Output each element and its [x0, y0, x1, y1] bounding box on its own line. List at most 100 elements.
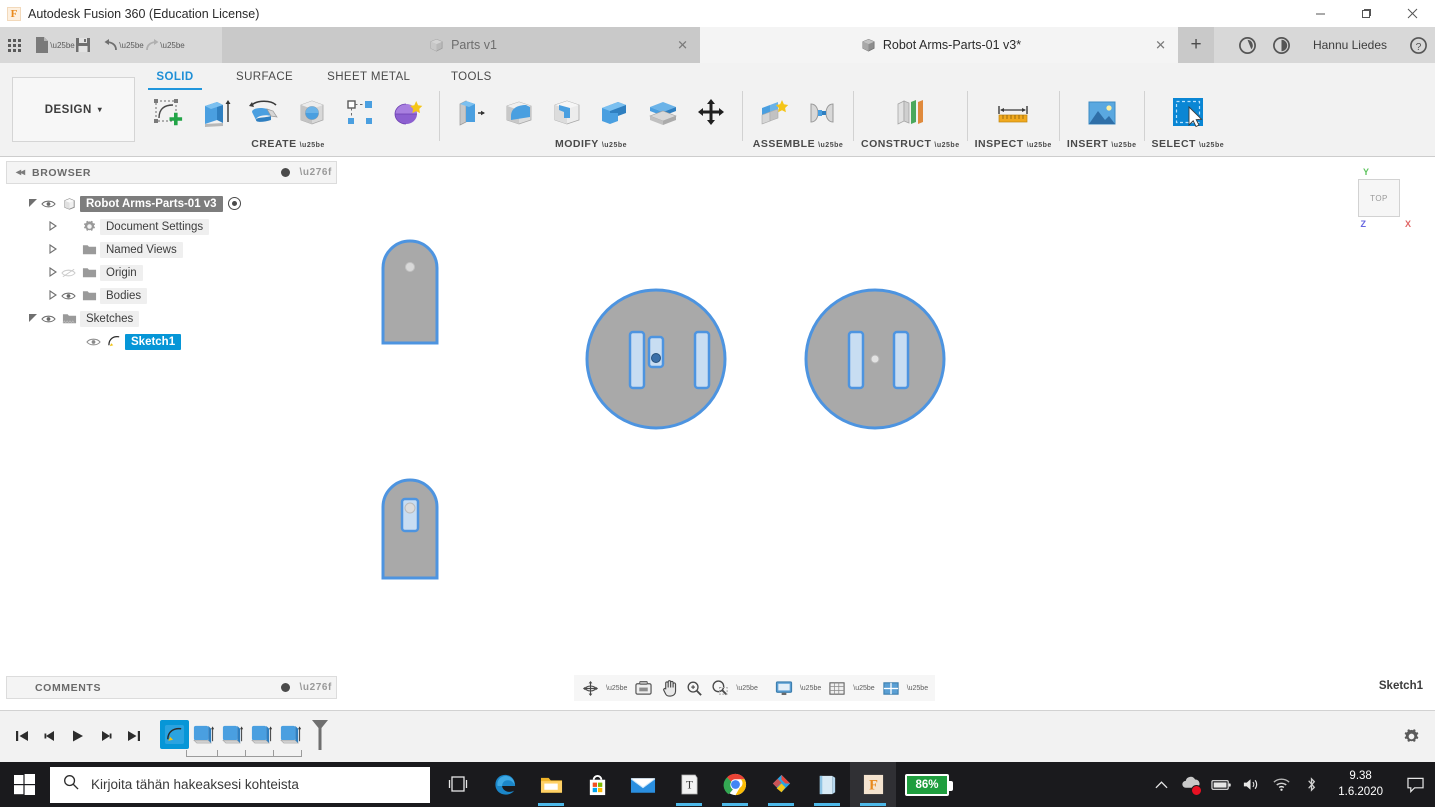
browser-resize-grip[interactable]: \u276f	[299, 167, 332, 178]
maximize-button[interactable]	[1343, 0, 1389, 27]
tab-tools[interactable]: TOOLS	[444, 67, 498, 88]
expand-arrow-icon[interactable]	[46, 220, 59, 233]
extrude-icon[interactable]	[192, 90, 240, 136]
timeline-item-extrude2[interactable]	[218, 720, 247, 749]
undo-caret-icon[interactable]: \u25be	[119, 27, 143, 63]
onenote-icon[interactable]	[804, 762, 850, 807]
visibility-eye-icon[interactable]	[84, 337, 103, 347]
split-body-icon[interactable]	[639, 90, 687, 136]
mail-icon[interactable]	[620, 762, 666, 807]
document-tab-parts[interactable]: Parts v1 ✕	[222, 27, 700, 63]
go-to-end-icon[interactable]	[120, 722, 148, 750]
expand-arrow-icon[interactable]	[26, 313, 39, 325]
chevron-down-icon[interactable]: \u25be	[934, 142, 959, 149]
timeline-item-extrude4[interactable]	[276, 720, 305, 749]
tree-node-origin[interactable]: Origin	[6, 261, 337, 284]
document-tab-close-icon[interactable]: ✕	[1155, 39, 1166, 52]
measure-icon[interactable]	[989, 90, 1037, 136]
chevron-down-icon[interactable]: \u25be	[818, 142, 843, 149]
display-settings-caret-icon[interactable]: \u25be	[797, 675, 824, 701]
document-tab-robot-arms[interactable]: Robot Arms-Parts-01 v3* ✕	[700, 27, 1178, 63]
pattern-icon[interactable]	[336, 90, 384, 136]
taskbar-search-input[interactable]: Kirjoita tähän hakeaksesi kohteista	[50, 766, 430, 803]
workspace-switcher-button[interactable]: DESIGN ▾	[12, 77, 135, 142]
activate-component-radio[interactable]	[227, 197, 241, 210]
account-username[interactable]: Hannu Liedes	[1299, 38, 1401, 52]
app-grid-icon[interactable]	[0, 27, 28, 63]
zoom-window-caret-icon[interactable]: \u25be	[733, 675, 760, 701]
google-chrome-icon[interactable]	[712, 762, 758, 807]
wifi-icon[interactable]	[1266, 762, 1296, 807]
recent-icon[interactable]	[1265, 27, 1299, 63]
timeline-settings-gear-icon[interactable]	[1402, 727, 1421, 751]
visibility-eye-icon[interactable]	[39, 314, 58, 324]
bluetooth-icon[interactable]	[1296, 762, 1326, 807]
chevron-down-icon[interactable]: \u25be	[602, 142, 627, 149]
chevron-down-icon[interactable]: \u25be	[300, 142, 325, 149]
timeline-item-sketch1[interactable]	[160, 720, 189, 749]
viewports-icon[interactable]	[878, 675, 904, 701]
revolve-icon[interactable]	[240, 90, 288, 136]
play-icon[interactable]	[64, 722, 92, 750]
help-icon[interactable]: ?	[1401, 27, 1435, 63]
text-editor-icon[interactable]: T	[666, 762, 712, 807]
step-forward-icon[interactable]	[92, 722, 120, 750]
look-at-icon[interactable]	[630, 675, 657, 701]
chevron-down-icon[interactable]: \u25be	[1027, 142, 1052, 149]
timeline-item-extrude1[interactable]	[189, 720, 218, 749]
save-icon[interactable]	[69, 27, 97, 63]
chevron-down-icon[interactable]: \u25be	[1199, 142, 1224, 149]
tab-solid[interactable]: SOLID	[148, 67, 202, 90]
timeline-item-extrude3[interactable]	[247, 720, 276, 749]
fillet-icon[interactable]	[495, 90, 543, 136]
new-component-icon[interactable]	[750, 90, 798, 136]
visibility-eye-icon[interactable]	[59, 268, 78, 278]
volume-icon[interactable]	[1236, 762, 1266, 807]
new-tab-button[interactable]: +	[1178, 27, 1214, 63]
tree-node-sketch1[interactable]: Sketch1	[6, 330, 337, 353]
browser-settings-dot-icon[interactable]	[281, 168, 291, 177]
comments-panel-header[interactable]: COMMENTS \u276f	[6, 676, 337, 699]
orbit-caret-icon[interactable]: \u25be	[603, 675, 630, 701]
visibility-eye-icon[interactable]	[59, 291, 78, 301]
windows-start-icon[interactable]	[0, 762, 48, 807]
task-view-icon[interactable]	[436, 762, 482, 807]
orbit-icon[interactable]	[578, 675, 603, 701]
taskbar-clock[interactable]: 9.38 1.6.2020	[1326, 762, 1395, 807]
zoom-icon[interactable]	[682, 675, 707, 701]
viewports-caret-icon[interactable]: \u25be	[904, 675, 931, 701]
tree-node-bodies[interactable]: Bodies	[6, 284, 337, 307]
show-hidden-icons-chevron-icon[interactable]	[1146, 762, 1176, 807]
joint-icon[interactable]	[798, 90, 846, 136]
shell-icon[interactable]	[543, 90, 591, 136]
view-cube[interactable]: TOP	[1358, 179, 1400, 217]
sphere-icon[interactable]	[288, 90, 336, 136]
expand-arrow-icon[interactable]	[46, 243, 59, 256]
visibility-eye-icon[interactable]	[39, 199, 58, 209]
chevron-down-icon[interactable]: \u25be	[1111, 142, 1136, 149]
tree-node-document-settings[interactable]: Document Settings	[6, 215, 337, 238]
new-file-caret-icon[interactable]: \u25be	[50, 27, 74, 63]
move-copy-icon[interactable]	[687, 90, 735, 136]
file-explorer-icon[interactable]	[528, 762, 574, 807]
tree-node-named-views[interactable]: Named Views	[6, 238, 337, 261]
paint-3d-icon[interactable]	[758, 762, 804, 807]
pan-icon[interactable]	[657, 675, 682, 701]
job-status-icon[interactable]	[1231, 27, 1265, 63]
tree-node-root[interactable]: Robot Arms-Parts-01 v3	[6, 192, 337, 215]
minimize-button[interactable]	[1297, 0, 1343, 27]
tree-node-sketches[interactable]: Sketches	[6, 307, 337, 330]
battery-icon[interactable]	[1206, 762, 1236, 807]
go-to-beginning-icon[interactable]	[8, 722, 36, 750]
document-tab-close-icon[interactable]: ✕	[677, 39, 688, 52]
redo-caret-icon[interactable]: \u25be	[160, 27, 184, 63]
onedrive-icon[interactable]	[1176, 762, 1206, 807]
tab-sheet-metal[interactable]: SHEET METAL	[327, 67, 410, 88]
fusion-360-icon[interactable]: F	[850, 762, 896, 807]
insert-image-icon[interactable]	[1078, 90, 1126, 136]
comments-settings-dot-icon[interactable]	[281, 683, 291, 692]
zoom-window-icon[interactable]	[707, 675, 733, 701]
expand-arrow-icon[interactable]	[46, 289, 59, 302]
form-icon[interactable]	[384, 90, 432, 136]
press-pull-icon[interactable]	[447, 90, 495, 136]
